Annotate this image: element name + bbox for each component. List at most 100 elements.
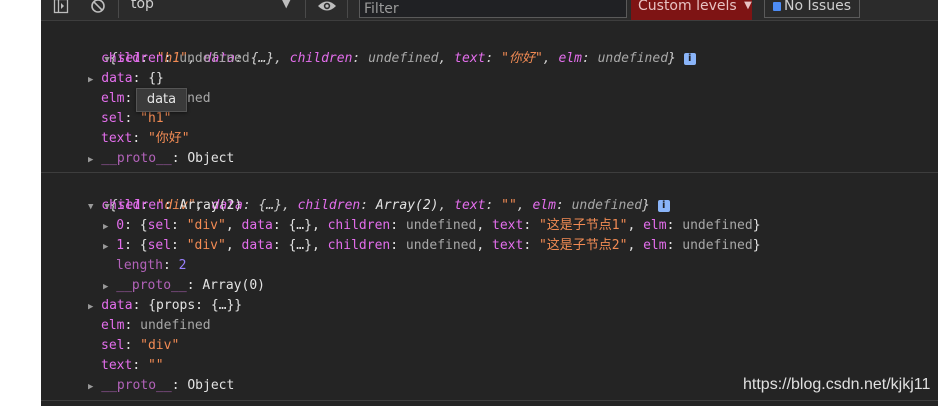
- property-data[interactable]: ▶ data: {props: {…}}: [88, 296, 242, 317]
- item-value: {…}: [288, 238, 312, 253]
- chevron-down-icon: ▼: [744, 0, 752, 11]
- console-panel: top ▼ Filter Custom levels ▼ No Issues ▼…: [41, 0, 938, 406]
- property-key: data: [101, 298, 133, 313]
- array-item[interactable]: ▶ 0: {sel: "div", data: {…}, children: u…: [103, 216, 761, 237]
- property-value: undefined: [140, 318, 211, 333]
- summary-key: children: [289, 51, 353, 66]
- summary-key: children: [297, 198, 361, 213]
- brace: }: [642, 198, 650, 213]
- clear-console-icon[interactable]: [88, 0, 108, 16]
- property-value: Array(2): [179, 198, 243, 213]
- collapsed-triangle-icon: ▶: [103, 282, 109, 292]
- item-value: undefined: [682, 238, 753, 253]
- toolbar-separator: [305, 0, 306, 18]
- expanded-triangle-icon: ▼: [88, 202, 94, 212]
- property-value: Object: [187, 378, 235, 393]
- property-value: "": [147, 358, 164, 373]
- item-value: undefined: [405, 238, 477, 253]
- item-key: text: [492, 238, 524, 253]
- summary-value: "": [501, 198, 517, 213]
- property-sel: sel: "div": [101, 338, 180, 353]
- chevron-down-icon: ▼: [282, 0, 291, 10]
- toolbar-separator: [347, 0, 348, 18]
- property-key: __proto__: [116, 278, 187, 293]
- sidebar-toggle-icon[interactable]: [51, 0, 71, 16]
- item-value: "div": [186, 238, 226, 253]
- array-item[interactable]: ▶ 1: {sel: "div", data: {…}, children: u…: [103, 236, 761, 257]
- property-key: text: [101, 131, 133, 146]
- context-selector[interactable]: top ▼: [125, 0, 290, 18]
- collapsed-triangle-icon: ▶: [103, 222, 109, 232]
- property-key: sel: [101, 111, 125, 126]
- tooltip: data: [136, 88, 187, 112]
- item-key: children: [327, 238, 391, 253]
- item-value: "div": [186, 218, 226, 233]
- property-key: data: [101, 71, 133, 86]
- array-proto[interactable]: ▶ __proto__: Array(0): [103, 276, 265, 297]
- summary-key: text: [454, 198, 486, 213]
- summary-value: Array(2): [375, 198, 439, 213]
- issues-button[interactable]: No Issues: [764, 0, 860, 18]
- property-proto[interactable]: ▶ __proto__: Object: [88, 376, 234, 397]
- issues-flag-icon: [773, 2, 781, 11]
- property-key: elm: [101, 91, 125, 106]
- property-children: children: undefined: [101, 51, 250, 66]
- item-key: text: [492, 218, 524, 233]
- collapsed-triangle-icon: ▶: [88, 155, 94, 165]
- entry-divider: [41, 400, 938, 401]
- summary-key: elm: [532, 198, 556, 213]
- property-value: "div": [140, 338, 180, 353]
- property-value: {props: {…}}: [148, 298, 243, 313]
- filter-input[interactable]: Filter: [359, 0, 627, 18]
- property-key: __proto__: [101, 378, 172, 393]
- summary-value: {…}: [258, 198, 282, 213]
- toolbar-separator: [118, 0, 119, 18]
- property-key: length: [116, 258, 163, 273]
- array-length: length: 2: [116, 258, 187, 273]
- eye-icon[interactable]: [317, 0, 337, 16]
- property-key: text: [101, 358, 133, 373]
- property-sel: sel: "h1": [101, 111, 172, 126]
- property-children[interactable]: ▼ children: Array(2): [88, 196, 242, 217]
- property-key: children: [101, 198, 164, 213]
- item-key: data: [241, 218, 273, 233]
- summary-key: text: [454, 51, 486, 66]
- info-icon[interactable]: i: [683, 53, 696, 65]
- property-value: undefined: [179, 51, 250, 66]
- array-index: 1: [116, 238, 125, 253]
- collapsed-triangle-icon: ▶: [88, 75, 94, 85]
- property-key: __proto__: [101, 151, 172, 166]
- item-value: undefined: [405, 218, 477, 233]
- brace: }: [668, 51, 676, 66]
- array-index: 0: [116, 218, 125, 233]
- property-data[interactable]: ▶ data: {}: [88, 69, 164, 90]
- item-key: data: [241, 238, 273, 253]
- context-value: top: [131, 0, 154, 12]
- item-value: {…}: [288, 218, 312, 233]
- property-elm: elm: undefined: [101, 318, 211, 333]
- info-icon[interactable]: i: [657, 200, 670, 212]
- property-value: "你好": [147, 131, 190, 146]
- item-key: elm: [643, 218, 667, 233]
- summary-value: undefined: [368, 51, 439, 66]
- property-key: children: [101, 51, 164, 66]
- issues-label: No Issues: [784, 0, 851, 14]
- property-text: text: "": [101, 358, 164, 373]
- custom-levels-dropdown[interactable]: Custom levels ▼: [631, 0, 752, 20]
- property-value: "h1": [140, 111, 172, 126]
- item-key: sel: [147, 218, 172, 233]
- collapsed-triangle-icon: ▶: [103, 242, 109, 252]
- property-value: Object: [187, 151, 235, 166]
- watermark: https://blog.csdn.net/kjkj11: [743, 376, 931, 393]
- collapsed-triangle-icon: ▶: [88, 302, 94, 312]
- summary-value: undefined: [571, 198, 643, 213]
- property-proto[interactable]: ▶ __proto__: Object: [88, 149, 234, 170]
- item-value: undefined: [682, 218, 753, 233]
- collapsed-triangle-icon: ▶: [88, 382, 94, 392]
- entry-divider: [41, 172, 938, 173]
- item-value: "这是子节点2": [538, 238, 628, 253]
- property-value: Array(0): [202, 278, 265, 293]
- property-text: text: "你好": [101, 131, 190, 146]
- summary-key: elm: [558, 51, 582, 66]
- item-key: children: [327, 218, 391, 233]
